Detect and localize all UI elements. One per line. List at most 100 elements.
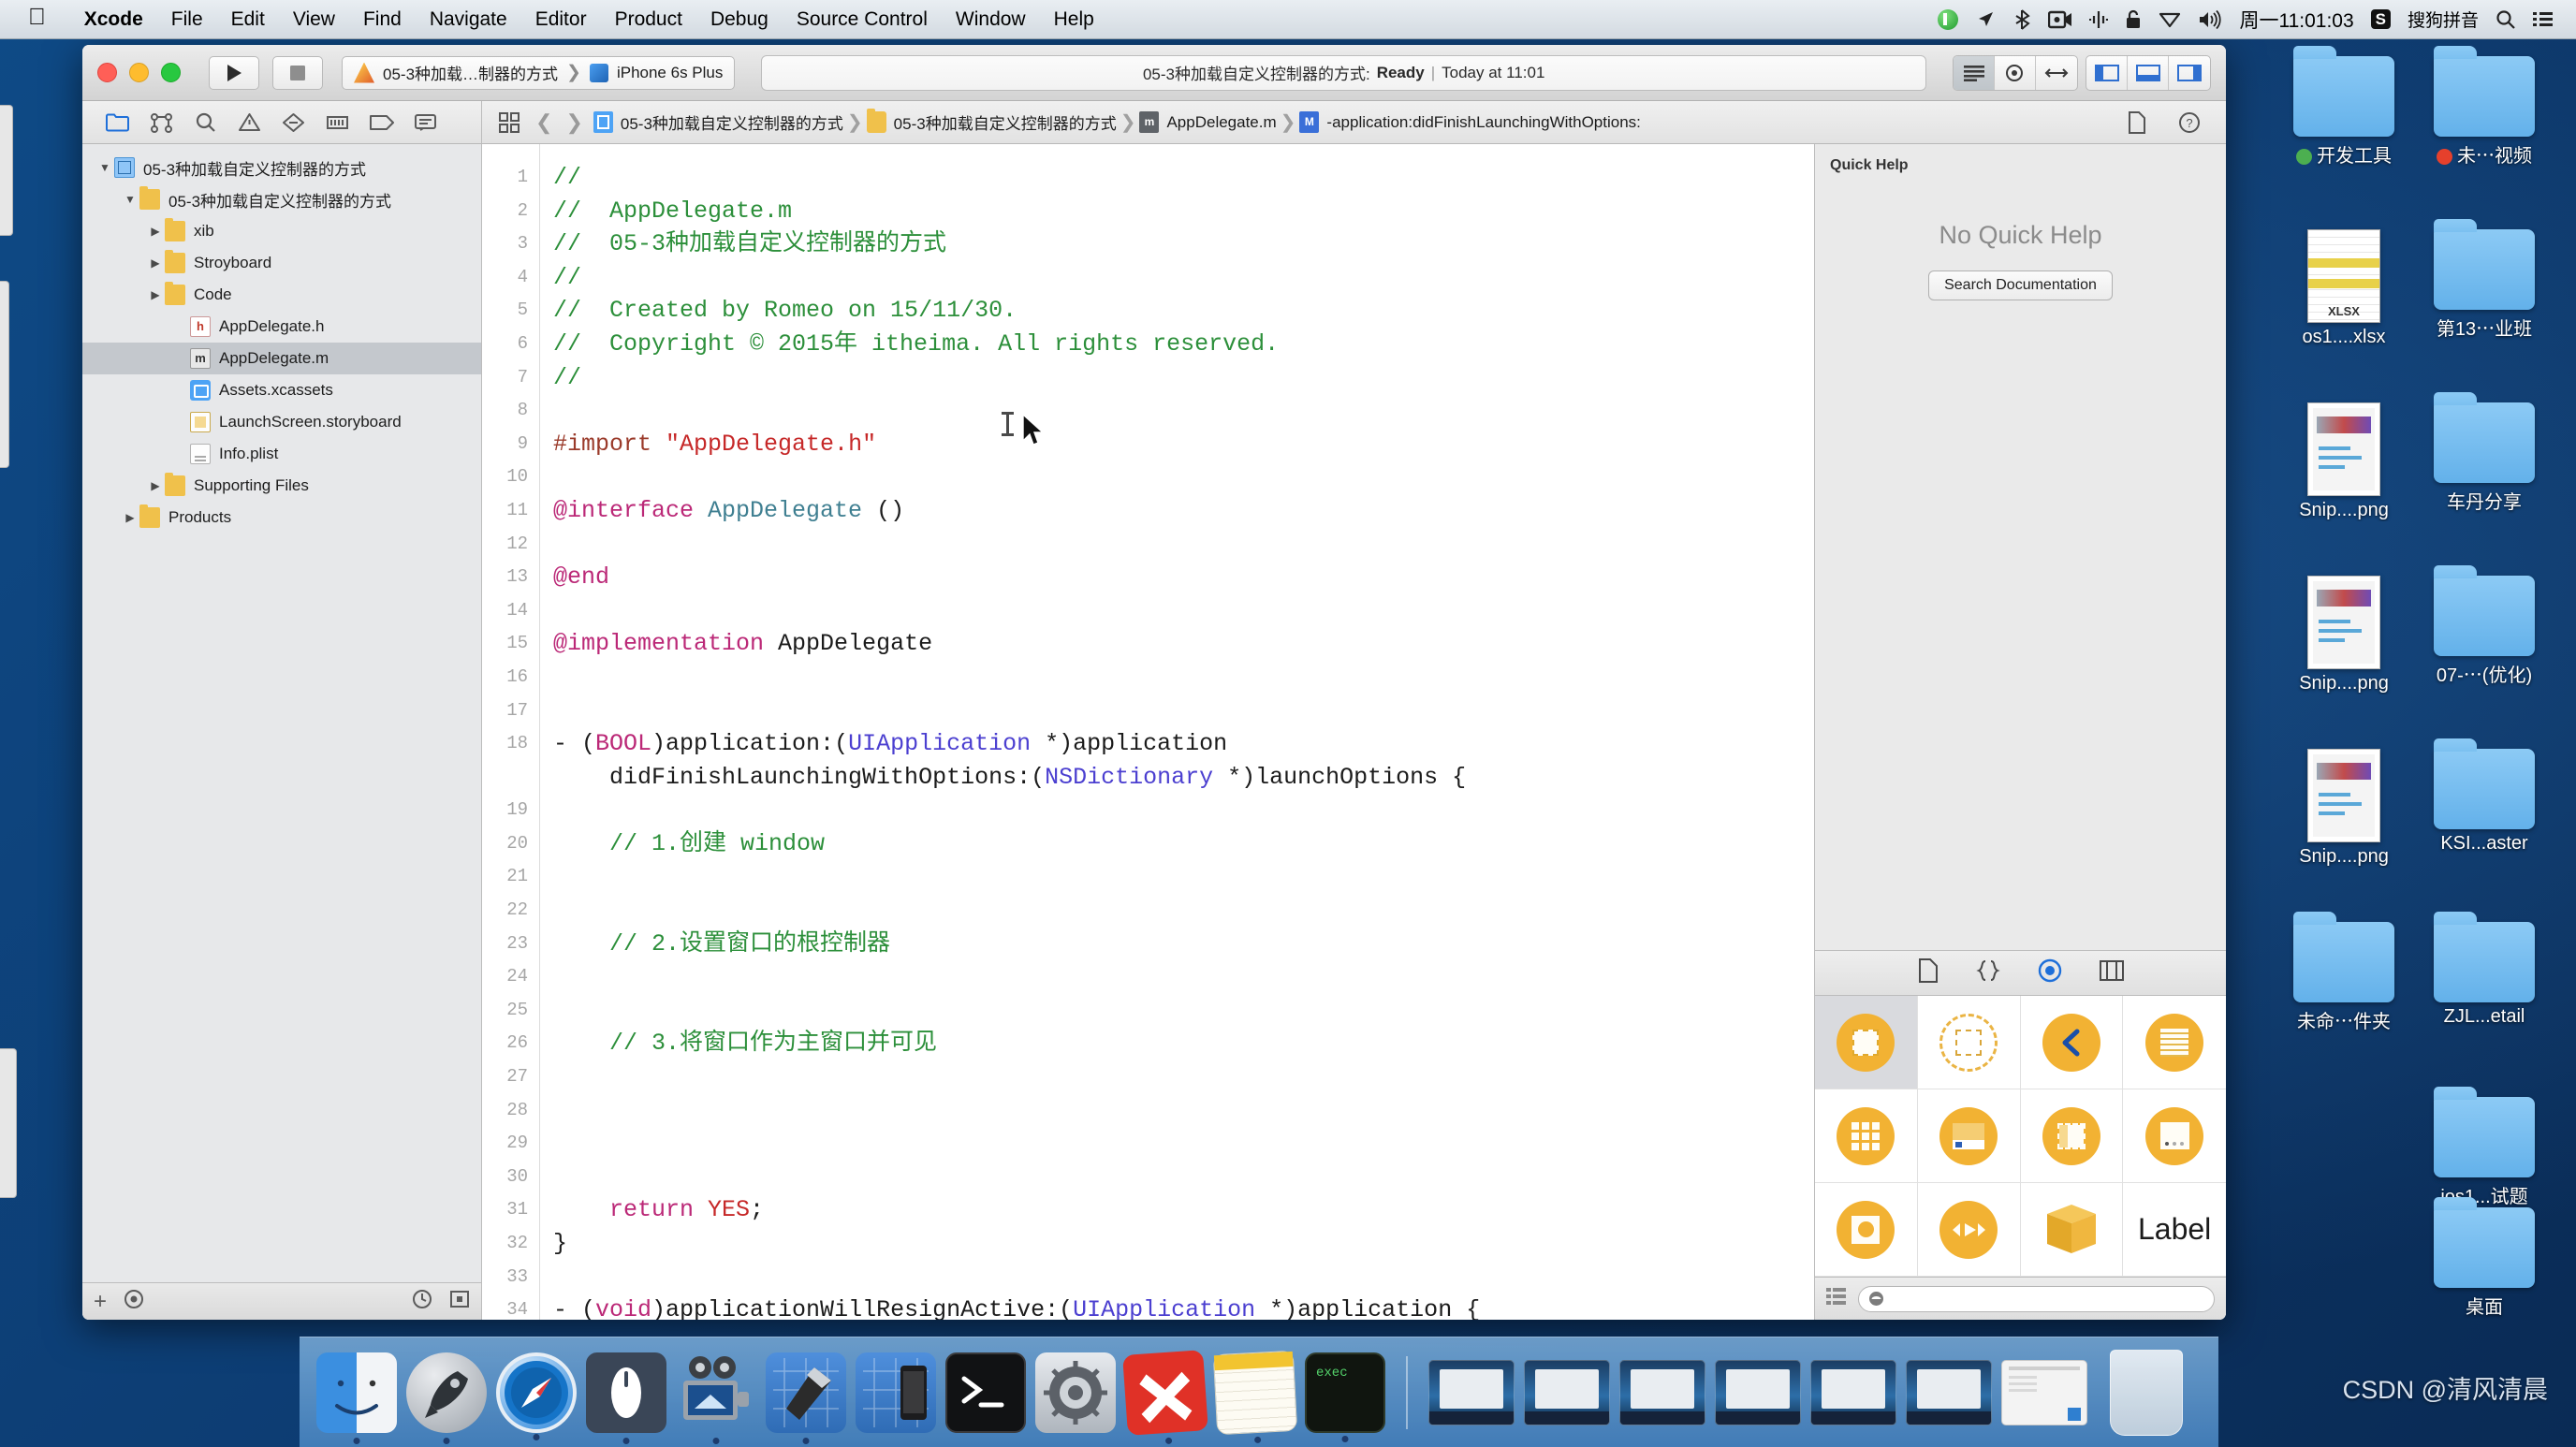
record-green-icon[interactable] — [1938, 8, 1959, 30]
blank-page-icon[interactable] — [2121, 110, 2153, 134]
stop-button[interactable] — [272, 55, 323, 90]
file-tree-row[interactable]: ▼ 05-3种加载自定义控制器的方式 — [82, 152, 481, 183]
minimized-window-3[interactable] — [1619, 1359, 1705, 1425]
background-window-sliver-2[interactable] — [0, 281, 9, 468]
menu-item-product[interactable]: Product — [601, 8, 696, 31]
desktop-icon[interactable]: ios1...试题 — [2409, 1087, 2559, 1208]
file-tree-row[interactable]: ▶ xib — [82, 215, 481, 247]
desktop-icon[interactable]: Snip....png — [2269, 576, 2419, 694]
gl-kit-view-controller-object[interactable] — [1815, 1183, 1918, 1277]
close-window-button[interactable] — [97, 63, 117, 82]
desktop-icon[interactable]: 07-⋯(优化) — [2409, 565, 2559, 687]
desktop-icon[interactable]: KSI...aster — [2409, 738, 2559, 855]
menu-item-window[interactable]: Window — [942, 8, 1040, 31]
safari-icon[interactable] — [496, 1352, 577, 1440]
desktop-icon[interactable]: 未⋯视频 — [2409, 46, 2559, 168]
assistant-editor-button[interactable] — [1995, 55, 2036, 90]
source-control-filter-icon[interactable] — [449, 1289, 470, 1315]
tab-bar-controller-object[interactable] — [1917, 1089, 2021, 1183]
mouse-utility-icon[interactable] — [586, 1352, 666, 1444]
menu-item-file[interactable]: File — [157, 8, 217, 31]
av-player-view-controller-object[interactable] — [1917, 1183, 2021, 1277]
test-navigator-tab[interactable] — [271, 102, 315, 143]
desktop-icon[interactable]: 开发工具 — [2269, 46, 2419, 168]
menu-item-navigate[interactable]: Navigate — [416, 8, 521, 31]
view-controller-object[interactable] — [1815, 996, 1918, 1089]
file-tree-row[interactable]: m AppDelegate.m — [82, 343, 481, 374]
input-method-badge[interactable]: S — [2370, 9, 2391, 29]
menu-item-find[interactable]: Find — [349, 8, 416, 31]
volume-icon[interactable] — [2198, 9, 2222, 30]
zoom-window-button[interactable] — [161, 63, 181, 82]
quick-help-icon[interactable]: ? — [2174, 111, 2205, 134]
table-view-controller-object[interactable] — [2123, 996, 2226, 1089]
notes-icon[interactable] — [1212, 1350, 1298, 1443]
minimized-document-window[interactable] — [2001, 1359, 2087, 1425]
breadcrumb-item-1[interactable]: 05-3种加载自定义控制器的方式 — [866, 109, 1117, 134]
desktop-icon[interactable]: 未命⋯件夹 — [2269, 912, 2419, 1033]
filter-button[interactable] — [124, 1289, 144, 1315]
source-code-editor[interactable]: 1 2 3 4 5 6 7 8 9 10 11 12 13 14 15 16 17 18 19 20 21 22 23 24 2… — [482, 144, 1814, 1320]
launchpad-icon[interactable] — [406, 1352, 487, 1444]
object-library-icon[interactable] — [2038, 958, 2062, 988]
library-view-toggle-icon[interactable] — [1826, 1287, 1847, 1310]
add-button[interactable]: + — [94, 1289, 107, 1315]
xcode-simulator-icon[interactable] — [856, 1352, 936, 1433]
breakpoint-navigator-tab[interactable] — [359, 102, 403, 143]
debug-navigator-tab[interactable] — [315, 102, 359, 143]
minimized-window-2[interactable] — [1524, 1359, 1610, 1425]
notification-center-icon[interactable] — [2533, 10, 2554, 29]
scheme-selector[interactable]: 05-3种加载…制器的方式 ❯ iPhone 6s Plus — [342, 55, 736, 90]
toggle-debug-area-button[interactable] — [2128, 55, 2169, 90]
desktop-icon[interactable]: 桌面 — [2409, 1197, 2559, 1319]
screen-record-icon[interactable] — [2048, 10, 2072, 29]
minimized-window-5[interactable] — [1810, 1359, 1896, 1425]
run-button[interactable] — [209, 55, 259, 90]
project-navigator-tab[interactable] — [95, 102, 139, 143]
disclosure-closed-icon[interactable]: ▶ — [146, 288, 165, 301]
disclosure-open-icon[interactable]: ▼ — [95, 161, 114, 174]
media-library-icon[interactable] — [2099, 959, 2124, 987]
menu-item-debug[interactable]: Debug — [696, 8, 783, 31]
background-window-sliver-3[interactable] — [0, 1048, 17, 1198]
input-method-label[interactable]: 搜狗拼音 — [2408, 7, 2479, 32]
file-tree-row[interactable]: Assets.xcassets — [82, 374, 481, 406]
recent-files-icon[interactable] — [412, 1289, 432, 1315]
location-arrow-icon[interactable] — [1975, 9, 1996, 30]
breadcrumb-item-2[interactable]: m AppDelegate.m — [1139, 111, 1277, 133]
breadcrumb-item-0[interactable]: 05-3种加载自定义控制器的方式 — [593, 110, 843, 134]
breadcrumb-item-3[interactable]: M -application:didFinishLaunchingWithOpti… — [1299, 111, 1641, 133]
split-view-controller-object[interactable] — [2020, 1089, 2124, 1183]
disclosure-closed-icon[interactable]: ▶ — [121, 511, 139, 524]
desktop-icon[interactable]: XLSX os1....xlsx — [2269, 229, 2419, 348]
desktop-icon[interactable]: 第13⋯业班 — [2409, 219, 2559, 341]
menu-item-editor[interactable]: Editor — [521, 8, 601, 31]
minimize-window-button[interactable] — [129, 63, 149, 82]
xmind-icon[interactable] — [1122, 1349, 1208, 1444]
find-navigator-tab[interactable] — [183, 102, 227, 143]
lock-icon[interactable] — [2125, 9, 2142, 30]
disclosure-closed-icon[interactable]: ▶ — [146, 256, 165, 270]
file-tree-row[interactable]: h AppDelegate.h — [82, 311, 481, 343]
file-tree-row[interactable]: ▼ 05-3种加载自定义控制器的方式 — [82, 183, 481, 215]
menu-bar-clock[interactable]: 周一11:01:03 — [2239, 6, 2353, 34]
file-tree-row[interactable]: ▶ Supporting Files — [82, 470, 481, 502]
desktop-icon[interactable]: Snip....png — [2269, 749, 2419, 868]
related-items-icon[interactable] — [493, 111, 525, 133]
code-snippet-library-icon[interactable] — [1975, 959, 2000, 987]
desktop-icon[interactable]: Snip....png — [2269, 402, 2419, 521]
report-navigator-tab[interactable] — [403, 102, 447, 143]
storyboard-reference-object[interactable] — [1917, 996, 2021, 1089]
standard-editor-button[interactable] — [1954, 55, 1995, 90]
menu-item-source-control[interactable]: Source Control — [783, 8, 942, 31]
issue-navigator-tab[interactable] — [227, 102, 271, 143]
back-navigation-icon[interactable]: ❮ — [533, 110, 555, 135]
menu-item-view[interactable]: View — [279, 8, 349, 31]
trash-icon[interactable] — [2110, 1349, 2183, 1436]
code-content[interactable]: // // AppDelegate.m // 05-3种加载自定义控制器的方式 // /… — [540, 144, 1814, 1320]
collection-view-controller-object[interactable] — [1815, 1089, 1918, 1183]
navigation-controller-object[interactable] — [2020, 996, 2124, 1089]
toggle-navigator-button[interactable] — [2086, 55, 2128, 90]
page-view-controller-object[interactable] — [2123, 1089, 2226, 1183]
file-tree-row[interactable]: Info.plist — [82, 438, 481, 470]
